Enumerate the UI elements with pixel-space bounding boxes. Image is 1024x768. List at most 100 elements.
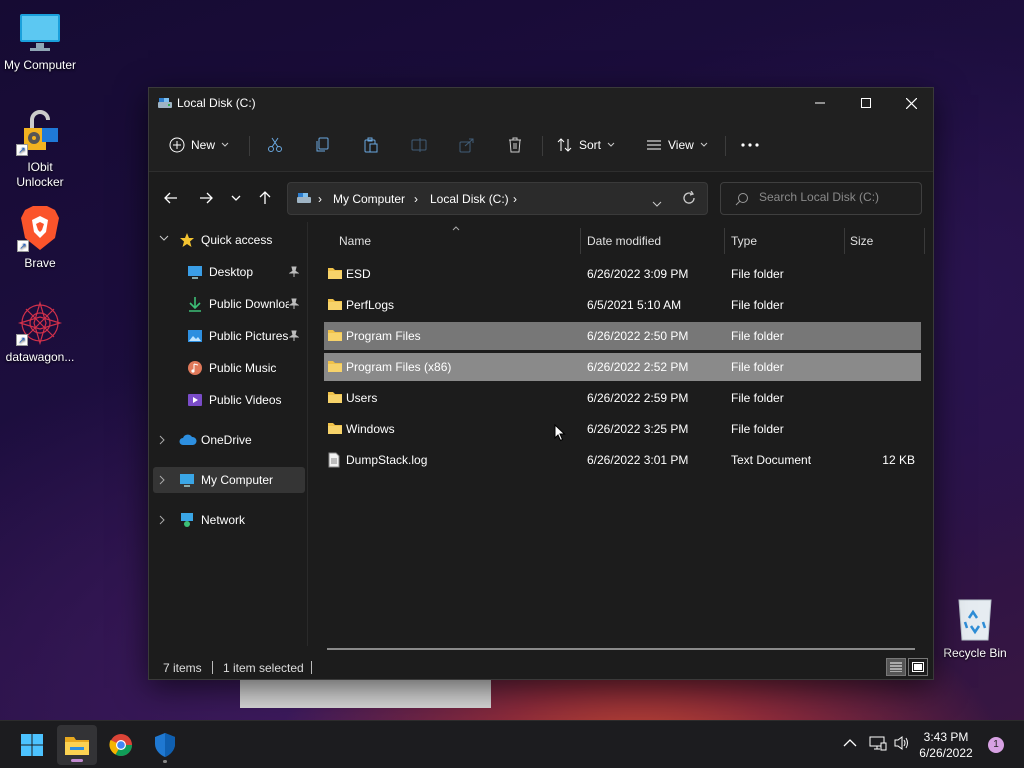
sidebar-item-public-downloads[interactable]: Public Downloads — [153, 291, 305, 317]
file-list: Name Date modified Type Size ESD 6/26/20… — [319, 222, 929, 648]
rename-button[interactable] — [411, 130, 427, 160]
cloud-icon — [179, 434, 197, 445]
taskbar-chrome[interactable] — [101, 725, 141, 765]
file-type: File folder — [731, 360, 784, 374]
mouse-cursor-icon — [554, 424, 566, 442]
sort-button[interactable]: Sort — [557, 130, 615, 160]
cut-button[interactable] — [267, 130, 283, 160]
taskbar: 3:43 PM 6/26/2022 1 — [0, 720, 1024, 768]
file-date: 6/26/2022 3:01 PM — [587, 453, 689, 467]
desktop-icon-label: datawagon... — [5, 350, 75, 364]
close-button[interactable] — [888, 88, 934, 118]
back-button[interactable] — [161, 188, 181, 208]
videos-icon — [188, 394, 202, 406]
forward-button[interactable] — [196, 188, 216, 208]
sort-label: Sort — [579, 138, 602, 152]
chevron-up-icon[interactable] — [843, 738, 857, 748]
file-type: Text Document — [731, 453, 812, 467]
sidebar-item-my-computer[interactable]: My Computer — [153, 467, 305, 493]
taskbar-clock[interactable]: 3:43 PM 6/26/2022 — [910, 729, 982, 761]
desktop-icon-my-computer[interactable]: My Computer — [0, 10, 80, 72]
horizontal-scrollbar[interactable] — [327, 648, 915, 650]
network-status-icon[interactable] — [869, 735, 887, 751]
arrow-left-icon — [164, 192, 177, 204]
column-header-size[interactable]: Size — [850, 228, 873, 254]
sidebar-item-onedrive[interactable]: OneDrive — [153, 427, 305, 453]
sidebar-item-quick-access[interactable]: Quick access — [153, 227, 305, 253]
search-box[interactable] — [720, 182, 922, 215]
column-header-type[interactable]: Type — [731, 228, 757, 254]
file-name: Program Files — [346, 329, 421, 343]
sidebar-item-desktop[interactable]: Desktop — [153, 259, 305, 285]
desktop-icon-iobit-unlocker[interactable]: ↗ IObit Unlocker — [0, 108, 80, 190]
breadcrumb-local-disk[interactable]: Local Disk (C:) — [430, 192, 509, 206]
table-row[interactable]: ESD 6/26/2022 3:09 PM File folder — [324, 260, 921, 288]
arrow-right-icon — [200, 192, 213, 204]
more-options-button[interactable] — [741, 130, 759, 160]
file-name: PerfLogs — [346, 298, 395, 312]
copy-icon — [316, 137, 329, 152]
chevron-right-icon — [159, 515, 165, 525]
large-icons-view-button[interactable] — [908, 658, 928, 676]
sidebar-item-network[interactable]: Network — [153, 507, 305, 533]
sidebar-item-public-videos[interactable]: Public Videos — [153, 387, 305, 413]
close-icon — [905, 97, 917, 109]
view-button[interactable]: View — [646, 130, 708, 160]
desktop-icon-recycle-bin[interactable]: Recycle Bin — [935, 596, 1015, 660]
table-row[interactable]: Windows 6/26/2022 3:25 PM File folder — [324, 415, 921, 443]
desktop-icon-brave[interactable]: ↗ Brave — [0, 204, 80, 270]
sidebar-item-public-music[interactable]: Public Music — [153, 355, 305, 381]
paste-icon — [364, 137, 378, 153]
share-button[interactable] — [459, 130, 475, 160]
file-date: 6/26/2022 2:52 PM — [587, 360, 689, 374]
recent-locations-button[interactable] — [226, 188, 246, 208]
desktop-icon-datawagon[interactable]: ↗ datawagon... — [0, 300, 80, 364]
address-history-button[interactable] — [652, 196, 662, 210]
pin-icon — [289, 298, 299, 309]
start-button[interactable] — [12, 725, 52, 765]
new-button[interactable]: New — [169, 130, 229, 160]
table-row[interactable]: Program Files (x86) 6/26/2022 2:52 PM Fi… — [324, 353, 921, 381]
breadcrumb-my-computer[interactable]: My Computer — [333, 192, 405, 206]
sidebar-item-label: Network — [201, 513, 246, 527]
maximize-button[interactable] — [843, 88, 889, 118]
table-row[interactable]: DumpStack.log 6/26/2022 3:01 PM Text Doc… — [324, 446, 921, 474]
file-name: DumpStack.log — [346, 453, 428, 467]
copy-button[interactable] — [315, 130, 331, 160]
pane-splitter[interactable] — [307, 222, 308, 646]
chevron-down-icon — [607, 142, 615, 147]
up-button[interactable] — [255, 188, 275, 208]
sidebar-item-label: Desktop — [209, 265, 254, 279]
drive-icon — [157, 96, 173, 113]
monitor-icon — [18, 10, 62, 54]
chevron-down-icon — [159, 235, 169, 241]
column-header-name[interactable]: Name — [339, 228, 371, 254]
refresh-button[interactable] — [682, 190, 696, 208]
title-bar[interactable]: Local Disk (C:) — [149, 88, 933, 118]
file-explorer-window[interactable]: Local Disk (C:) New Sort View › My Compu… — [148, 87, 934, 680]
taskbar-windows-security[interactable] — [145, 725, 185, 765]
download-icon — [189, 297, 201, 312]
paste-button[interactable] — [363, 130, 379, 160]
desktop-icon-label: Brave — [24, 256, 56, 270]
command-bar: New Sort View — [149, 118, 933, 172]
table-row[interactable]: PerfLogs 6/5/2021 5:10 AM File folder — [324, 291, 921, 319]
details-view-button[interactable] — [886, 658, 906, 676]
volume-icon[interactable] — [893, 735, 911, 751]
column-header-date[interactable]: Date modified — [587, 228, 661, 254]
plus-circle-icon — [169, 137, 185, 153]
chevron-right-icon: › — [414, 192, 418, 206]
delete-button[interactable] — [507, 130, 523, 160]
chevron-right-icon: › — [513, 192, 517, 206]
sidebar-item-public-pictures[interactable]: Public Pictures — [153, 323, 305, 349]
shortcut-arrow-icon: ↗ — [16, 144, 28, 156]
tiles-view-icon — [912, 662, 924, 672]
minimize-button[interactable] — [797, 88, 843, 118]
table-row[interactable]: Users 6/26/2022 2:59 PM File folder — [324, 384, 921, 412]
search-input[interactable] — [759, 190, 917, 204]
ellipsis-icon — [741, 143, 759, 147]
notification-badge[interactable]: 1 — [988, 737, 1004, 753]
taskbar-file-explorer[interactable] — [57, 725, 97, 765]
address-bar[interactable]: › My Computer › Local Disk (C:) › — [287, 182, 708, 215]
table-row[interactable]: Program Files 6/26/2022 2:50 PM File fol… — [324, 322, 921, 350]
